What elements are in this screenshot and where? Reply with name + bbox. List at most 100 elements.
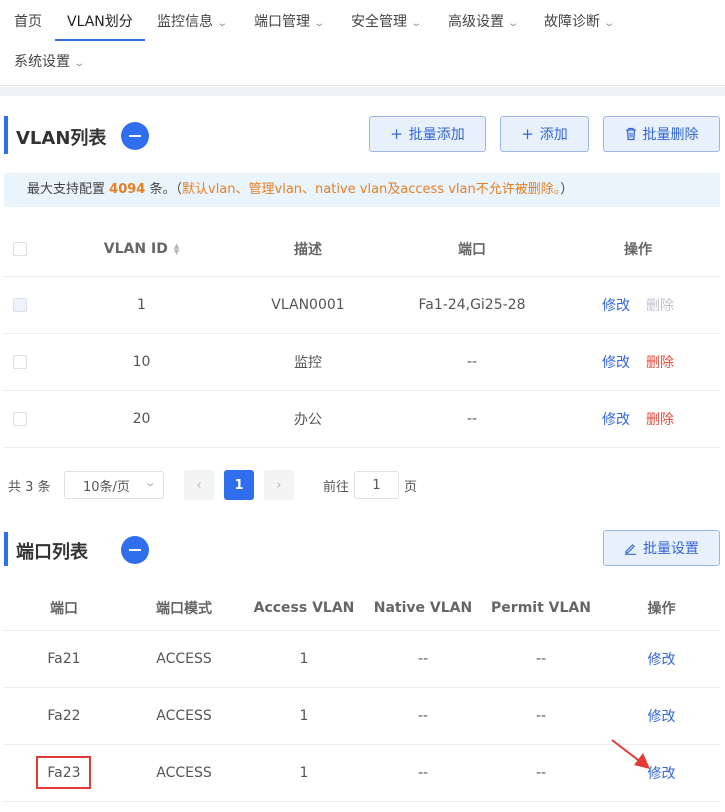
highlight-box: [36, 756, 91, 789]
collapse-vlan-button[interactable]: [121, 122, 149, 150]
select-all-cell: [4, 221, 36, 276]
edit-link[interactable]: 修改: [602, 352, 630, 372]
nav-item-label: 监控信息: [157, 14, 213, 30]
access-vlan-cell: 1: [299, 651, 309, 667]
chevron-left-icon: ‹: [196, 477, 202, 493]
next-page-button[interactable]: ›: [264, 470, 294, 500]
col-vlan-id[interactable]: VLAN ID ▲ ▼: [84, 221, 199, 276]
nav-item-label: 高级设置: [448, 14, 504, 30]
batch-delete-button[interactable]: 批量删除: [603, 116, 720, 152]
nav-item-diagnosis[interactable]: 故障诊断 ⌄: [544, 2, 616, 42]
row-select-cell: [4, 334, 36, 390]
top-nav: 首页 VLAN划分 监控信息 ⌄ 端口管理 ⌄ 安全管理 ⌄ 高级设置 ⌄ 故障诊断 ⌄ …: [0, 0, 725, 86]
row-checkbox: [13, 298, 27, 312]
page-label: 页: [404, 480, 418, 495]
column-label: Permit VLAN: [491, 600, 591, 616]
table-row: 1 VLAN0001 Fa1-24,Gi25-28 修改 删除: [4, 277, 720, 334]
column-label: VLAN ID: [103, 240, 168, 257]
ports-cell: Fa1-24,Gi25-28: [418, 297, 526, 313]
goto-page-input[interactable]: 1: [354, 471, 399, 499]
batch-set-button[interactable]: 批量设置: [603, 530, 720, 566]
trash-icon: [625, 127, 636, 141]
chevron-down-icon: ⌄: [216, 18, 229, 29]
col-native-vlan: Native VLAN: [368, 586, 478, 630]
plus-icon: +: [390, 125, 403, 143]
row-checkbox[interactable]: [13, 412, 27, 426]
select-all-checkbox[interactable]: [13, 241, 27, 256]
column-label: 操作: [647, 601, 676, 617]
row-checkbox[interactable]: [13, 355, 27, 369]
sort-icon[interactable]: ▲ ▼: [174, 242, 179, 255]
native-vlan-cell: --: [417, 651, 429, 667]
nav-item-system[interactable]: 系统设置 ⌄: [14, 42, 86, 82]
column-label: 描述: [294, 241, 322, 258]
nav-item-label: VLAN划分: [67, 14, 133, 30]
button-label: 批量删除: [642, 127, 699, 143]
port-mode-cell: ACCESS: [156, 765, 212, 781]
col-access-vlan: Access VLAN: [249, 586, 359, 630]
nav-item-vlan[interactable]: VLAN划分: [67, 2, 133, 42]
page-size-select[interactable]: 10条/页 ⌄: [64, 471, 164, 499]
button-label: 批量设置: [643, 541, 699, 557]
plus-icon: +: [521, 125, 534, 143]
page-button-current[interactable]: 1: [224, 470, 254, 500]
column-label: 端口模式: [156, 601, 212, 617]
table-row: Fa23 ACCESS 1 -- -- 修改: [4, 745, 720, 802]
vlan-id-cell: 1: [137, 297, 146, 313]
batch-add-button[interactable]: + 批量添加: [369, 116, 486, 152]
nav-item-security[interactable]: 安全管理 ⌄: [351, 2, 422, 42]
column-label: 端口: [458, 241, 486, 258]
col-permit-vlan: Permit VLAN: [486, 586, 596, 630]
native-vlan-cell: --: [417, 765, 429, 781]
table-row: 20 办公 -- 修改 删除: [4, 391, 720, 448]
max-vlan-count: 4094: [109, 182, 146, 197]
table-row: Fa21 ACCESS 1 -- -- 修改: [4, 631, 720, 688]
permit-vlan-cell: --: [535, 708, 547, 724]
chevron-down-icon: ⌄: [603, 18, 616, 29]
column-label: 端口: [50, 601, 78, 617]
edit-link[interactable]: 修改: [648, 706, 676, 726]
info-prefix: 最大支持配置: [27, 182, 106, 197]
page-number: 1: [234, 477, 244, 493]
actions-cell: 修改 删除: [578, 277, 698, 333]
button-label: 添加: [539, 127, 568, 143]
active-tab-indicator: [55, 39, 145, 41]
vlan-list-title: VLAN列表: [16, 128, 107, 149]
col-actions: 操作: [614, 586, 709, 630]
nav-item-label: 首页: [14, 14, 42, 30]
access-vlan-cell: 1: [299, 708, 309, 724]
column-label: 操作: [624, 241, 652, 258]
vlan-id-cell: 10: [132, 354, 151, 370]
vlan-id-cell: 20: [132, 411, 151, 427]
add-button[interactable]: + 添加: [500, 116, 589, 152]
port-cell: Fa21: [47, 651, 81, 667]
edit-link[interactable]: 修改: [648, 763, 676, 783]
nav-item-home[interactable]: 首页: [14, 2, 42, 42]
edit-link[interactable]: 修改: [602, 409, 630, 429]
edit-link[interactable]: 修改: [602, 295, 630, 315]
chevron-down-icon: ⌄: [73, 58, 86, 69]
description-cell: 办公: [294, 412, 322, 428]
description-cell: VLAN0001: [271, 297, 345, 313]
nav-item-port-mgmt[interactable]: 端口管理 ⌄: [254, 2, 325, 42]
permit-vlan-cell: --: [535, 651, 547, 667]
actions-cell: 修改: [614, 745, 709, 801]
nav-item-monitor[interactable]: 监控信息 ⌄: [157, 2, 229, 42]
prev-page-button[interactable]: ‹: [184, 470, 214, 500]
section-accent-bar: [4, 532, 8, 566]
nav-item-advanced[interactable]: 高级设置 ⌄: [448, 2, 520, 42]
delete-link[interactable]: 删除: [646, 352, 674, 372]
nav-item-label: 安全管理: [351, 14, 407, 30]
permit-vlan-cell: --: [535, 765, 547, 781]
nav-item-label: 故障诊断: [544, 14, 600, 30]
edit-link[interactable]: 修改: [648, 649, 676, 669]
column-label: Native VLAN: [373, 600, 473, 616]
collapse-port-button[interactable]: [121, 536, 149, 564]
ports-cell: --: [466, 411, 478, 427]
native-vlan-cell: --: [417, 708, 429, 724]
chevron-down-icon: ⌄: [507, 18, 520, 29]
col-description: 描述: [248, 221, 368, 276]
col-actions: 操作: [578, 221, 698, 276]
delete-link: 删除: [646, 298, 674, 314]
delete-link[interactable]: 删除: [646, 409, 674, 429]
